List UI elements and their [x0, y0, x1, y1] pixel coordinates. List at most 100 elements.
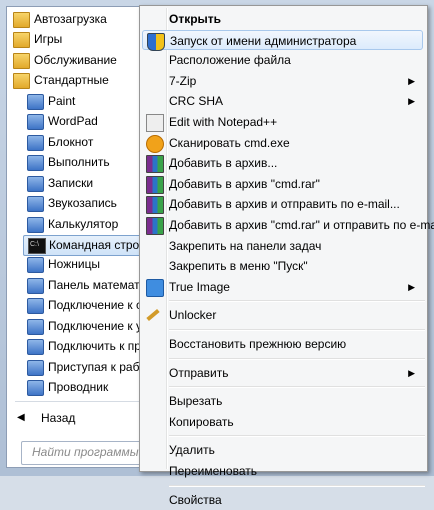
unlocker-wand-icon	[146, 309, 159, 321]
menu-item-добавить-в-архив-и-отправить-по-e-mail[interactable]: Добавить в архив и отправить по e-mail..…	[142, 194, 423, 214]
folder-icon	[13, 32, 30, 48]
menu-item-сканировать-cmd-exe[interactable]: Сканировать cmd.exe	[142, 133, 423, 153]
wordpad-icon	[27, 114, 44, 130]
submenu-arrow-icon: ▶	[408, 363, 415, 383]
menu-item-label: 7-Zip	[169, 71, 196, 91]
tree-item-label: Paint	[48, 92, 75, 111]
calculator-icon	[27, 217, 44, 233]
winrar-icon	[146, 196, 164, 214]
winrar-icon	[146, 155, 164, 173]
tree-item-label: Калькулятор	[48, 215, 118, 234]
winrar-icon	[146, 176, 164, 194]
cmd-icon: C:\	[28, 238, 46, 254]
tree-item-label: Автозагрузка	[34, 10, 107, 29]
sticky-notes-icon	[27, 176, 44, 192]
menu-item-label: Открыть	[169, 9, 221, 29]
explorer-icon	[27, 380, 44, 396]
tree-item-label: Командная строка	[49, 236, 151, 255]
menu-item-восстановить-прежнюю-версию[interactable]: Восстановить прежнюю версию	[142, 334, 423, 354]
folder-icon	[13, 12, 30, 28]
notepad-icon	[27, 135, 44, 151]
winrar-icon	[146, 217, 164, 235]
menu-item-label: Копировать	[169, 412, 234, 432]
sound-recorder-icon	[27, 196, 44, 212]
menu-item-добавить-в-архив-cmd-rar-и-отправить-по-e-mail[interactable]: Добавить в архив "cmd.rar" и отправить п…	[142, 215, 423, 235]
menu-item-true-image[interactable]: True Image ▶	[142, 277, 423, 297]
folder-icon	[13, 53, 30, 69]
tree-item-label: Записки	[48, 174, 93, 193]
menu-item-label: True Image	[169, 277, 230, 297]
back-label: Назад	[41, 407, 75, 429]
tree-item-label: Ножницы	[48, 255, 100, 274]
tree-item-label: Игры	[34, 30, 62, 49]
menu-item-расположение-файла[interactable]: Расположение файла	[142, 50, 423, 70]
menu-item-label: Переименовать	[169, 461, 257, 481]
tree-item-label: Проводник	[48, 378, 108, 397]
menu-item-label: Добавить в архив "cmd.rar"	[169, 174, 320, 194]
antivirus-scan-icon	[146, 135, 164, 153]
menu-separator	[169, 300, 425, 302]
menu-item-label: Восстановить прежнюю версию	[169, 334, 346, 354]
menu-item-label: Свойства	[169, 490, 222, 510]
uac-shield-icon	[147, 33, 165, 51]
menu-item-label: Отправить	[169, 363, 229, 383]
menu-item-запуск-от-имени-администратора[interactable]: Запуск от имени администратора	[142, 30, 423, 50]
tree-item-label: Выполнить	[48, 153, 110, 172]
menu-item-переименовать[interactable]: Переименовать	[142, 461, 423, 481]
menu-item-label: Добавить в архив "cmd.rar" и отправить п…	[169, 215, 434, 235]
menu-item-label: Сканировать cmd.exe	[169, 133, 290, 153]
menu-separator	[169, 386, 425, 388]
snipping-icon	[27, 257, 44, 273]
run-icon	[27, 155, 44, 171]
math-panel-icon	[27, 278, 44, 294]
tree-item-label: Стандартные	[34, 71, 109, 90]
menu-item-7-zip[interactable]: 7-Zip ▶	[142, 71, 423, 91]
menu-item-добавить-в-архив-cmd-rar[interactable]: Добавить в архив "cmd.rar"	[142, 174, 423, 194]
menu-item-закрепить-в-меню-пуск[interactable]: Закрепить в меню "Пуск"	[142, 256, 423, 276]
tree-item-label: WordPad	[48, 112, 98, 131]
menu-item-label: Вырезать	[169, 391, 222, 411]
menu-item-crc-sha[interactable]: CRC SHA ▶	[142, 91, 423, 111]
tree-item-label: Звукозапись	[48, 194, 117, 213]
menu-item-отправить[interactable]: Отправить ▶	[142, 363, 423, 383]
tree-item-label: Обслуживание	[34, 51, 117, 70]
submenu-arrow-icon: ▶	[408, 91, 415, 111]
menu-item-открыть[interactable]: Открыть	[142, 9, 423, 29]
menu-item-label: Запуск от имени администратора	[170, 31, 356, 51]
menu-item-добавить-в-архив[interactable]: Добавить в архив...	[142, 153, 423, 173]
true-image-icon	[146, 279, 164, 297]
remote-desktop-icon	[27, 319, 44, 335]
submenu-arrow-icon: ▶	[408, 71, 415, 91]
menu-item-label: Закрепить в меню "Пуск"	[169, 256, 308, 276]
menu-item-label: Unlocker	[169, 305, 216, 325]
menu-item-edit-with-notepad[interactable]: Edit with Notepad++	[142, 112, 423, 132]
menu-item-label: Edit with Notepad++	[169, 112, 277, 132]
menu-separator	[169, 435, 425, 437]
paint-icon	[27, 94, 44, 110]
menu-separator	[169, 329, 425, 331]
submenu-arrow-icon: ▶	[408, 277, 415, 297]
menu-item-unlocker[interactable]: Unlocker	[142, 305, 423, 325]
getting-started-icon	[27, 360, 44, 376]
folder-open-icon	[13, 73, 30, 89]
tree-item-label: Блокнот	[48, 133, 93, 152]
menu-item-label: Добавить в архив и отправить по e-mail..…	[169, 194, 400, 214]
menu-separator	[169, 485, 425, 487]
menu-item-вырезать[interactable]: Вырезать	[142, 391, 423, 411]
context-menu: ОткрытьЗапуск от имени администратораРас…	[139, 5, 428, 472]
notepadpp-icon	[146, 114, 164, 132]
menu-item-удалить[interactable]: Удалить	[142, 440, 423, 460]
menu-item-закрепить-на-панели-задач[interactable]: Закрепить на панели задач	[142, 236, 423, 256]
start-menu: АвтозагрузкаИгры ОбслуживаниеСтандартные P…	[0, 0, 434, 476]
projector-icon	[27, 339, 44, 355]
network-icon	[27, 298, 44, 314]
menu-item-label: Расположение файла	[169, 50, 291, 70]
back-arrow-icon: ◀	[17, 407, 25, 429]
menu-item-label: Добавить в архив...	[169, 153, 277, 173]
menu-item-label: Удалить	[169, 440, 215, 460]
menu-item-свойства[interactable]: Свойства	[142, 490, 423, 510]
menu-item-label: Закрепить на панели задач	[169, 236, 321, 256]
menu-item-label: CRC SHA	[169, 91, 223, 111]
menu-separator	[169, 358, 425, 360]
menu-item-копировать[interactable]: Копировать	[142, 412, 423, 432]
